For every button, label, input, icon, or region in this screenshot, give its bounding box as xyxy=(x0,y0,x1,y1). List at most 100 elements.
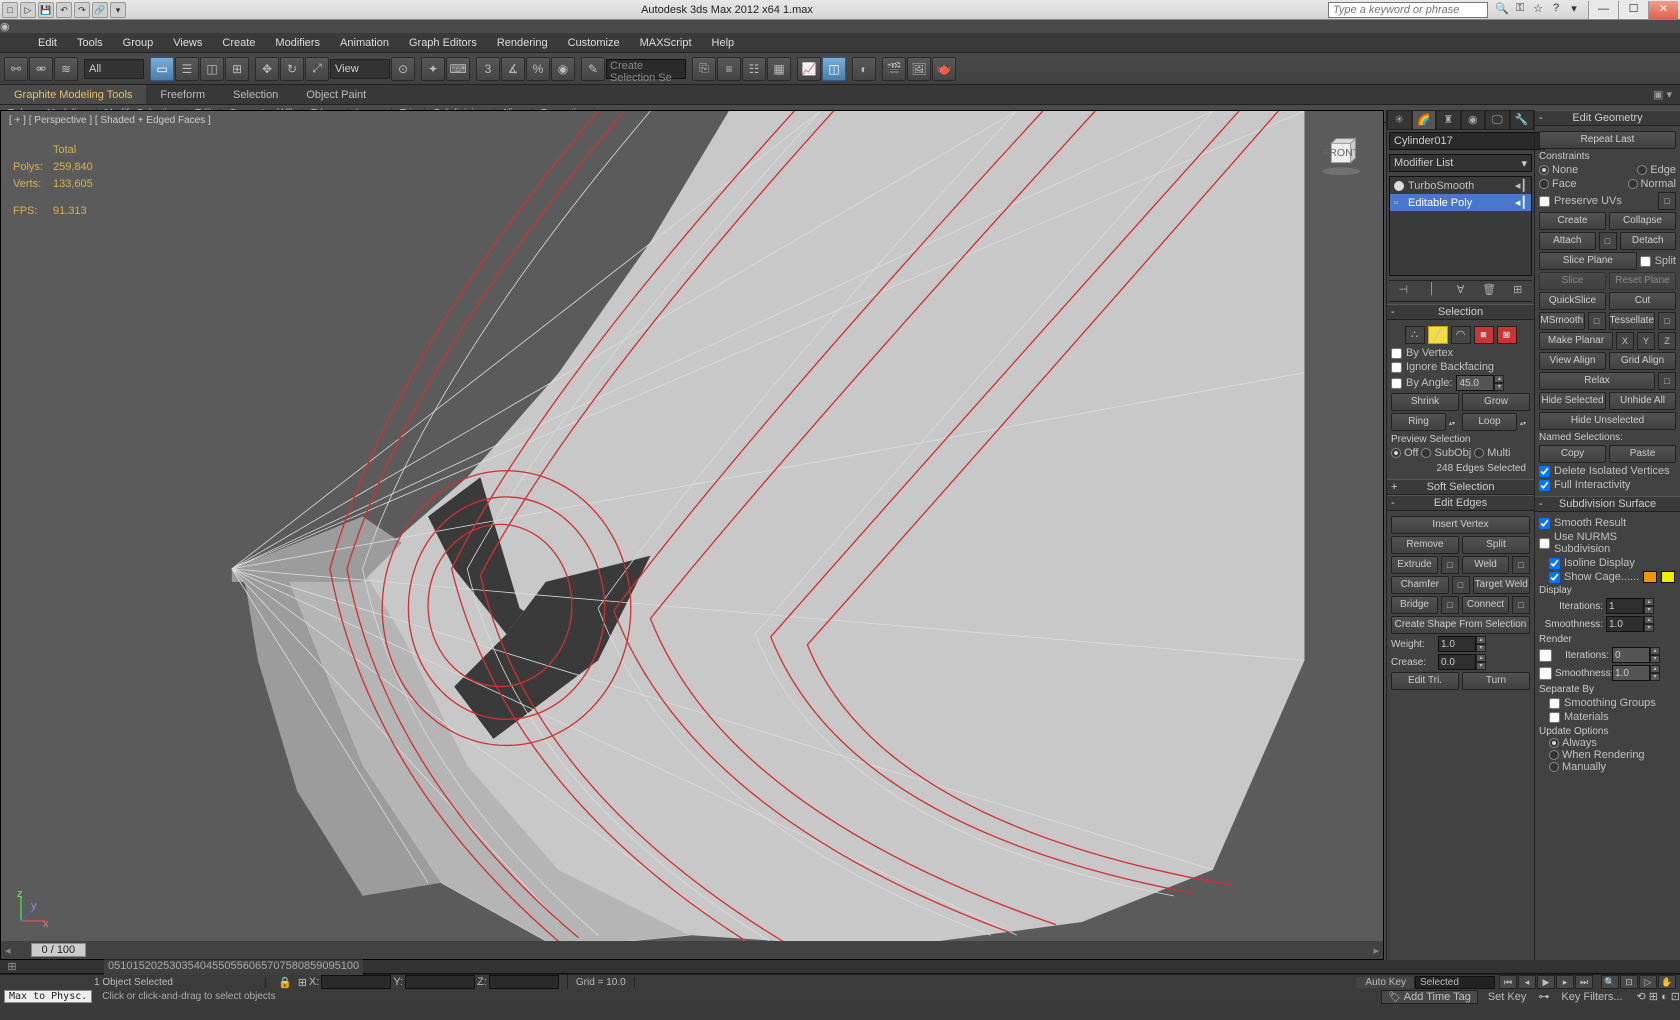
mirror-icon[interactable]: ⎘ xyxy=(692,57,716,81)
zoom-all-icon[interactable]: ⊡ xyxy=(1620,975,1638,989)
shrink-button[interactable]: Shrink xyxy=(1391,393,1459,411)
tab-graphite[interactable]: Graphite Modeling Tools xyxy=(0,85,146,104)
bind-icon[interactable]: ≋ xyxy=(54,57,78,81)
by-angle-checkbox[interactable] xyxy=(1391,378,1402,389)
select-name-icon[interactable]: ☰ xyxy=(175,57,199,81)
modifier-list-dropdown[interactable]: Modifier List▾ xyxy=(1389,154,1532,172)
orbit-icon[interactable]: ⟲ xyxy=(1637,991,1646,1003)
view-align-button[interactable]: View Align xyxy=(1539,352,1606,370)
coord-z-input[interactable] xyxy=(489,975,559,989)
modifier-item-turbosmooth[interactable]: TurboSmooth ◂┃ xyxy=(1390,177,1531,194)
planar-y-button[interactable]: Y xyxy=(1637,332,1655,350)
lock-selection-icon[interactable]: 🔒 xyxy=(278,976,292,989)
cage-color1[interactable] xyxy=(1643,571,1657,583)
goto-end-icon[interactable]: ⏭ xyxy=(1575,975,1593,989)
next-frame-icon[interactable]: ▸ xyxy=(1556,975,1574,989)
pin-stack-icon[interactable]: ⊣ xyxy=(1395,283,1411,299)
pan-icon[interactable]: ✋ xyxy=(1658,975,1676,989)
redo-icon[interactable]: ↷ xyxy=(74,2,90,18)
render-setup-icon[interactable]: 🎬 xyxy=(882,57,906,81)
slice-plane-button[interactable]: Slice Plane xyxy=(1539,252,1637,270)
tess-settings-icon[interactable]: □ xyxy=(1658,312,1676,330)
menu-modifiers[interactable]: Modifiers xyxy=(267,37,328,49)
edit-tri-button[interactable]: Edit Tri. xyxy=(1391,672,1459,690)
maxscript-listener[interactable]: Max to Physc. xyxy=(4,990,92,1003)
align-icon[interactable]: ≡ xyxy=(717,57,741,81)
create-shape-button[interactable]: Create Shape From Selection xyxy=(1391,616,1530,634)
ring-button[interactable]: Ring xyxy=(1391,413,1446,431)
hide-unselected-button[interactable]: Hide Unselected xyxy=(1539,412,1676,430)
window-crossing-icon[interactable]: ⊞ xyxy=(225,57,249,81)
perspective-viewport[interactable]: [ + ] [ Perspective ] [ Shaded + Edged F… xyxy=(0,110,1384,960)
msmooth-button[interactable]: MSmooth xyxy=(1539,312,1585,330)
constraint-edge-radio[interactable] xyxy=(1637,165,1647,175)
connect-button[interactable]: Connect xyxy=(1462,596,1509,614)
slice-button[interactable]: Slice xyxy=(1539,272,1606,290)
qat-dropdown-icon[interactable]: ▾ xyxy=(110,2,126,18)
app-logo[interactable]: ◉ xyxy=(0,20,1680,33)
weld-settings-icon[interactable]: □ xyxy=(1512,556,1530,574)
key-filters-button[interactable]: Key Filters... xyxy=(1555,991,1628,1003)
tab-hierarchy-icon[interactable]: ♜ xyxy=(1436,110,1461,130)
constraint-face-radio[interactable] xyxy=(1539,179,1549,189)
rollout-softsel-header[interactable]: +Soft Selection xyxy=(1387,479,1534,495)
grid-align-button[interactable]: Grid Align xyxy=(1609,352,1676,370)
link-icon[interactable]: ⚯ xyxy=(4,57,28,81)
zoom-icon[interactable]: 🔍 xyxy=(1601,975,1619,989)
display-smooth-spinner[interactable] xyxy=(1606,616,1644,632)
tab-freeform[interactable]: Freeform xyxy=(146,85,219,104)
help-icon[interactable]: ? xyxy=(1548,2,1564,18)
chamfer-settings-icon[interactable]: □ xyxy=(1452,576,1470,594)
prev-frame-icon[interactable]: ◂ xyxy=(1518,975,1536,989)
attach-button[interactable]: Attach xyxy=(1539,232,1596,250)
tab-display-icon[interactable]: 🖵 xyxy=(1485,110,1510,130)
relax-settings-icon[interactable]: □ xyxy=(1658,372,1676,390)
extrude-button[interactable]: Extrude xyxy=(1391,556,1438,574)
border-icon[interactable]: ◠ xyxy=(1451,326,1471,344)
sep-smgroups-checkbox[interactable] xyxy=(1549,698,1560,709)
goto-start-icon[interactable]: ⏮ xyxy=(1499,975,1517,989)
keyboard-icon[interactable]: ⌨ xyxy=(446,57,470,81)
render-iter-spinner[interactable] xyxy=(1612,647,1650,663)
key-icon[interactable]: ⊶ xyxy=(1532,990,1555,1003)
minimize-button[interactable]: — xyxy=(1588,1,1618,19)
menu-views[interactable]: Views xyxy=(165,37,210,49)
rollout-subdiv-header[interactable]: -Subdivision Surface xyxy=(1535,496,1680,512)
remove-mod-icon[interactable]: 🗑 xyxy=(1481,283,1497,299)
insert-vertex-button[interactable]: Insert Vertex xyxy=(1391,516,1530,534)
full-interactivity-checkbox[interactable] xyxy=(1539,480,1550,491)
nav1-icon[interactable]: ◐ xyxy=(1661,991,1668,1003)
coord-x-input[interactable] xyxy=(321,975,391,989)
key-icon[interactable]: ⚿ xyxy=(1512,2,1528,18)
snap-toggle-icon[interactable]: 3 xyxy=(476,57,500,81)
planar-z-button[interactable]: Z xyxy=(1658,332,1676,350)
angle-snap-icon[interactable]: ∡ xyxy=(501,57,525,81)
ignore-backfacing-checkbox[interactable] xyxy=(1391,362,1402,373)
autokey-button[interactable]: Auto Key xyxy=(1357,977,1415,988)
unhide-all-button[interactable]: Unhide All xyxy=(1609,392,1676,410)
rollout-editedges-header[interactable]: -Edit Edges xyxy=(1387,495,1534,511)
curve-editor-icon[interactable]: 📈 xyxy=(797,57,821,81)
preserve-uv-settings-icon[interactable]: □ xyxy=(1658,192,1676,210)
schematic-icon[interactable]: ◫ xyxy=(822,57,846,81)
menu-edit[interactable]: Edit xyxy=(30,37,65,49)
lightbulb-icon[interactable] xyxy=(1394,181,1404,191)
undo-icon[interactable]: ↶ xyxy=(56,2,72,18)
menu-grapheditors[interactable]: Graph Editors xyxy=(401,37,485,49)
keymode-dropdown[interactable]: Selected xyxy=(1415,976,1495,989)
maximize-viewport-icon[interactable]: ⊞ xyxy=(1649,991,1658,1003)
trackbar-toggle-icon[interactable]: ⊞ xyxy=(0,960,24,973)
tab-selection[interactable]: Selection xyxy=(219,85,292,104)
rollout-editgeom-header[interactable]: -Edit Geometry xyxy=(1535,110,1680,126)
element-icon[interactable]: ◙ xyxy=(1497,326,1517,344)
object-name-input[interactable] xyxy=(1389,132,1541,150)
help-dropdown-icon[interactable]: ▾ xyxy=(1566,2,1582,18)
configure-icon[interactable]: ⊞ xyxy=(1510,283,1526,299)
planar-x-button[interactable]: X xyxy=(1616,332,1634,350)
connect-settings-icon[interactable]: □ xyxy=(1512,596,1530,614)
show-result-icon[interactable]: │ xyxy=(1424,283,1440,299)
detach-button[interactable]: Detach xyxy=(1620,232,1677,250)
collapse-button[interactable]: Collapse xyxy=(1609,212,1676,230)
select-object-icon[interactable]: ▭ xyxy=(150,57,174,81)
unlink-icon[interactable]: ⚮ xyxy=(29,57,53,81)
